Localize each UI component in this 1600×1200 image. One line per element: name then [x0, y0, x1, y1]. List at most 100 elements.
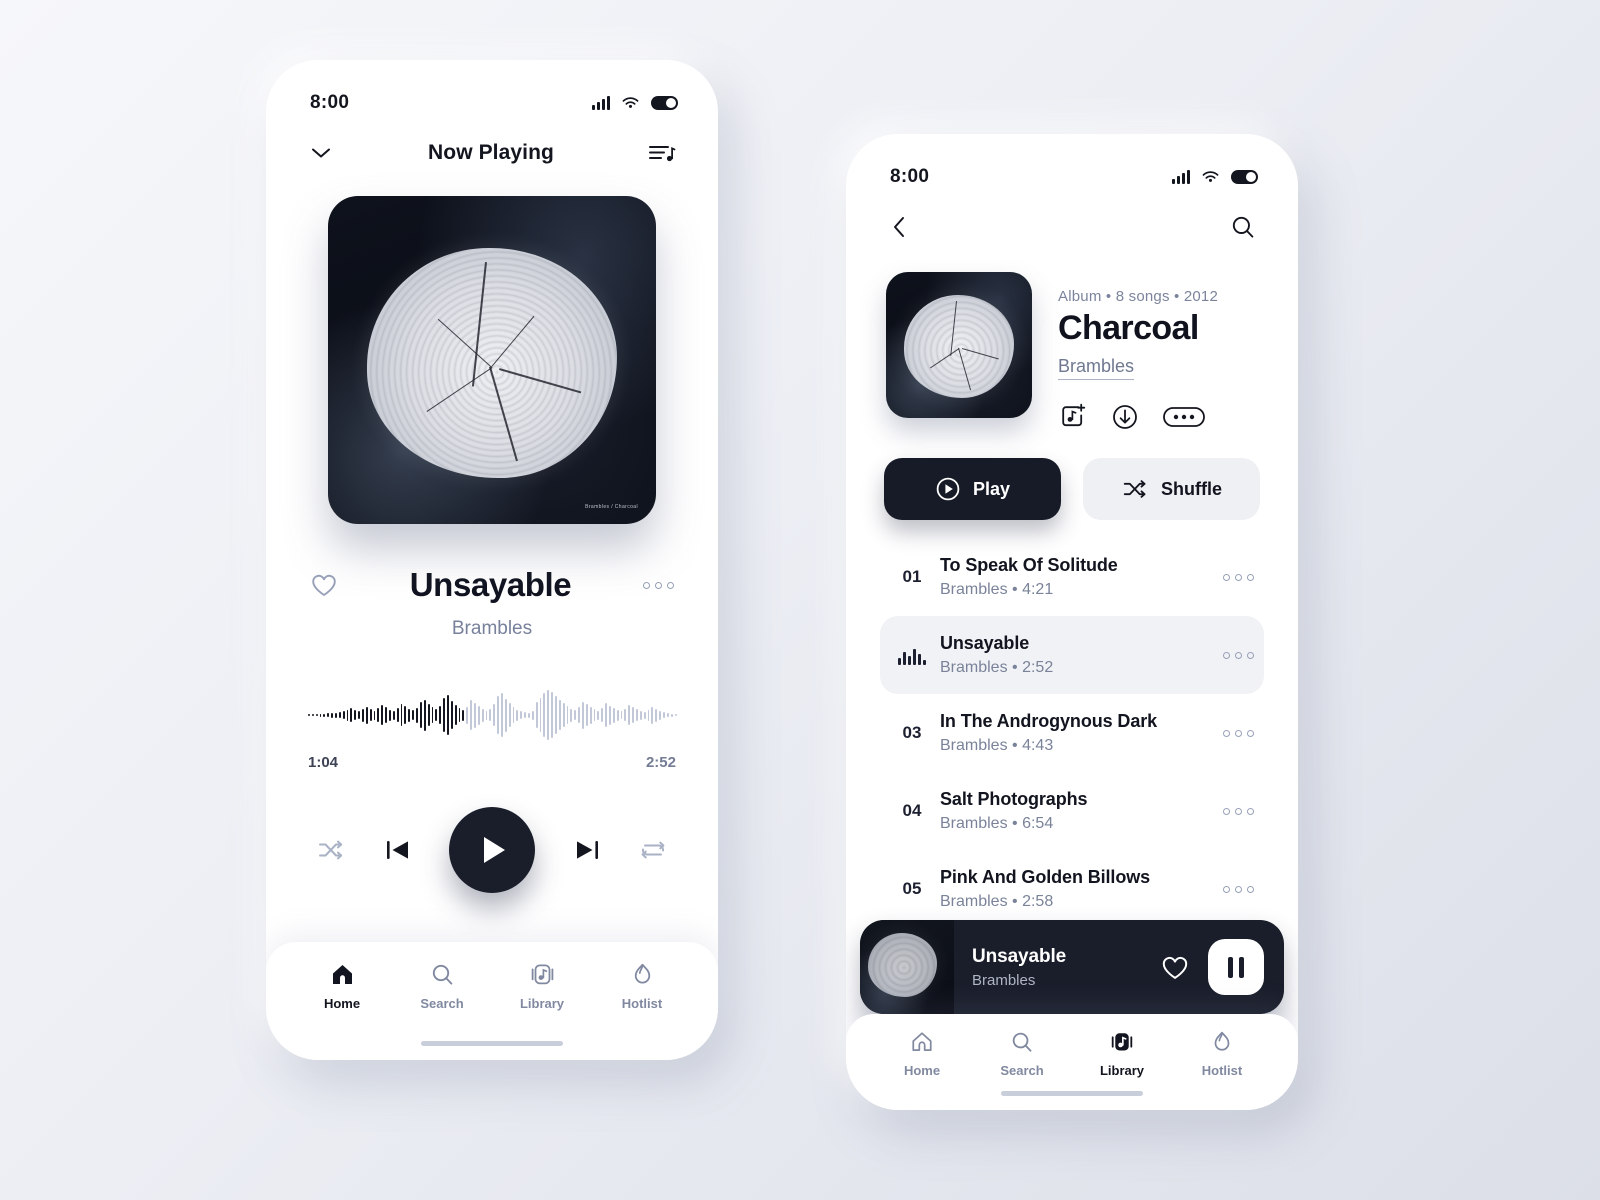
search-icon [432, 964, 452, 985]
track-more-icon[interactable] [1223, 807, 1254, 815]
now-playing-title: Unsayable [409, 566, 572, 603]
album-header [846, 190, 1298, 246]
repeat-icon[interactable] [638, 837, 668, 863]
tab-label-hotlist: Hotlist [1201, 1063, 1243, 1078]
tab-label-hotlist: Hotlist [621, 996, 663, 1011]
track-row[interactable]: 05 Pink And Golden Billows Brambles • 2:58 [880, 850, 1264, 928]
skip-next-icon[interactable] [571, 836, 603, 864]
track-title: Pink And Golden Billows [940, 867, 1151, 887]
track-index: 04 [902, 801, 922, 820]
track-info: Salt Photographs Brambles • 6:54 [940, 789, 1223, 833]
flame-icon [634, 963, 650, 984]
progress-waveform[interactable]: 1:04 2:52 [266, 688, 718, 771]
track-index: 05 [902, 879, 922, 898]
tab-home[interactable]: Home [300, 962, 384, 1011]
status-bar: 8:00 [846, 134, 1298, 190]
tab-search[interactable]: Search [980, 1030, 1064, 1078]
track-info: To Speak Of Solitude Brambles • 4:21 [940, 555, 1223, 599]
tab-label-search: Search [420, 996, 464, 1011]
pause-button[interactable] [1208, 939, 1264, 995]
bottom-tab-bar: Home Search Library Hotlist [846, 1014, 1298, 1110]
now-playing-screen: 8:00 Now Playing Brambles / Charcoal Uns… [266, 60, 718, 1060]
tab-library[interactable]: Library [1080, 1030, 1164, 1078]
tab-label-home: Home [903, 1063, 941, 1078]
signal-bars-icon [592, 96, 610, 110]
page-title: Now Playing [428, 141, 554, 164]
track-row[interactable]: Unsayable Brambles • 2:52 [880, 616, 1264, 694]
phone-album-detail: 8:00 Album • 8 songs • 2012 Charcoal Bra… [846, 134, 1298, 1110]
more-dots-icon[interactable] [642, 581, 674, 589]
mini-player-title: Unsayable [972, 945, 1067, 967]
track-info: In The Androgynous Dark Brambles • 4:43 [940, 711, 1223, 755]
status-bar: 8:00 [266, 60, 718, 116]
track-title: Salt Photographs [940, 789, 1088, 809]
tab-library[interactable]: Library [500, 962, 584, 1011]
tab-hotlist[interactable]: Hotlist [600, 962, 684, 1011]
track-index: 03 [902, 723, 922, 742]
search-icon [1012, 1032, 1032, 1052]
album-artwork[interactable] [886, 272, 1032, 418]
heart-outline-icon[interactable] [310, 572, 338, 598]
tab-search[interactable]: Search [400, 962, 484, 1011]
mini-player-artwork [860, 920, 954, 1014]
mini-player-info: Unsayable Brambles [972, 946, 1142, 989]
tab-home[interactable]: Home [880, 1030, 964, 1078]
shuffle-icon[interactable] [316, 837, 346, 863]
battery-icon [651, 96, 678, 110]
shuffle-album-button[interactable]: Shuffle [1083, 458, 1260, 520]
play-button[interactable] [449, 807, 535, 893]
tree-ring-graphic [867, 933, 938, 998]
track-row[interactable]: 03 In The Androgynous Dark Brambles • 4:43 [880, 694, 1264, 772]
album-artwork[interactable]: Brambles / Charcoal [328, 196, 656, 524]
home-indicator [421, 1041, 563, 1046]
track-title: Unsayable [940, 633, 1030, 653]
flame-icon [1214, 1031, 1230, 1051]
play-album-button[interactable]: Play [884, 458, 1061, 520]
waveform-bars[interactable] [308, 688, 677, 742]
now-playing-artist: Brambles [451, 618, 533, 639]
track-more-icon[interactable] [1223, 885, 1254, 893]
status-time: 8:00 [890, 166, 930, 187]
skip-previous-icon[interactable] [382, 836, 414, 864]
mini-player[interactable]: Unsayable Brambles [860, 920, 1284, 1014]
add-to-library-icon[interactable] [1058, 402, 1088, 432]
shuffle-icon [1123, 480, 1146, 498]
play-button-label: Play [972, 478, 1011, 499]
album-detail-screen: 8:00 Album • 8 songs • 2012 Charcoal Bra… [846, 134, 1298, 1110]
home-indicator [1001, 1091, 1143, 1096]
tab-label-library: Library [1099, 1063, 1145, 1078]
search-icon[interactable] [1230, 214, 1256, 240]
chevron-down-icon[interactable] [308, 140, 334, 166]
library-icon [1111, 1033, 1133, 1051]
more-options-icon[interactable] [1162, 403, 1206, 431]
wifi-icon [1202, 171, 1219, 182]
track-subtitle: Brambles • 6:54 [940, 815, 1054, 832]
elapsed-time: 1:04 [308, 754, 339, 771]
track-index: 01 [902, 567, 922, 586]
bottom-tab-bar: Home Search Library Hotlist [266, 942, 718, 1060]
track-more-icon[interactable] [1223, 729, 1254, 737]
tab-hotlist[interactable]: Hotlist [1180, 1030, 1264, 1078]
track-subtitle: Brambles • 2:52 [940, 659, 1054, 676]
track-title-row: Unsayable [266, 566, 718, 604]
status-icons [592, 96, 678, 110]
album-artist-link[interactable]: Brambles [1058, 356, 1135, 380]
chevron-left-icon[interactable] [888, 214, 912, 240]
album-action-row [1058, 402, 1218, 432]
album-meta: Album • 8 songs • 2012 Charcoal Brambles [1058, 272, 1218, 432]
track-more-icon[interactable] [1223, 573, 1254, 581]
track-row[interactable]: 04 Salt Photographs Brambles • 6:54 [880, 772, 1264, 850]
album-meta-line: Album • 8 songs • 2012 [1058, 288, 1218, 305]
mini-player-artist: Brambles [972, 971, 1036, 989]
heart-outline-icon[interactable] [1160, 954, 1190, 981]
track-info: Pink And Golden Billows Brambles • 2:58 [940, 867, 1223, 911]
track-row[interactable]: 01 To Speak Of Solitude Brambles • 4:21 [880, 538, 1264, 616]
home-icon [332, 965, 352, 984]
track-info: Unsayable Brambles • 2:52 [940, 633, 1223, 677]
track-more-icon[interactable] [1223, 651, 1254, 659]
download-icon[interactable] [1110, 402, 1140, 432]
transport-controls [266, 807, 718, 893]
queue-music-icon[interactable] [648, 142, 676, 164]
album-title: Charcoal [1058, 309, 1199, 347]
track-list: 01 To Speak Of Solitude Brambles • 4:21 Uns… [846, 520, 1298, 928]
